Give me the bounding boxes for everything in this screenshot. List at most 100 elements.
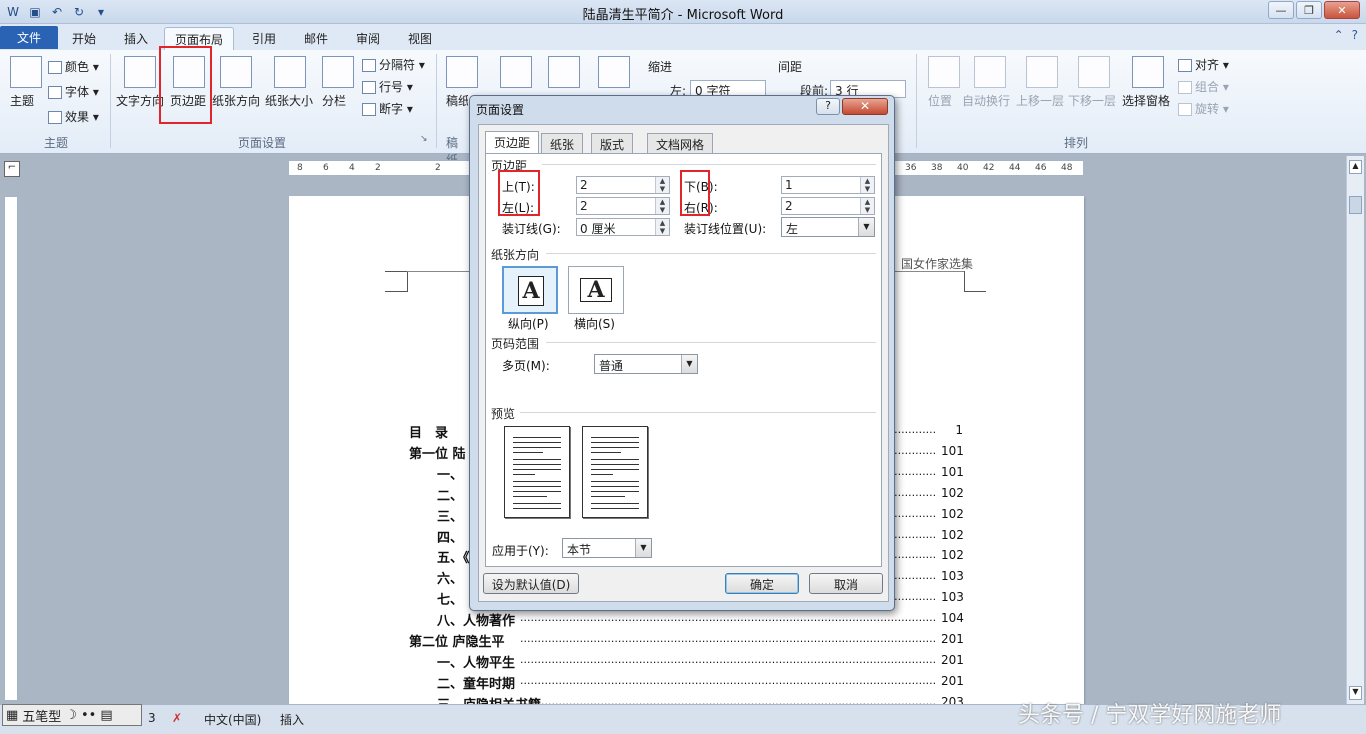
- top-margin-input[interactable]: 2 ▲ ▼: [576, 176, 670, 194]
- portrait-label[interactable]: 纵向(P): [508, 315, 549, 332]
- vertical-ruler[interactable]: [4, 196, 18, 701]
- status-language[interactable]: 中文(中国): [204, 711, 261, 728]
- toc-entry-title[interactable]: 五、《: [437, 547, 470, 566]
- tab-mailings[interactable]: 邮件: [294, 27, 338, 50]
- ime-toolbar[interactable]: ▦ 五笔型 ☽ •• ▤: [2, 704, 142, 726]
- status-page[interactable]: 3: [148, 711, 156, 725]
- wrap-text-icon[interactable]: [974, 56, 1006, 88]
- tab-paper[interactable]: 纸张: [541, 133, 584, 153]
- rotate-button[interactable]: 旋转 ▾: [1178, 100, 1229, 117]
- proofing-icon[interactable]: ✗: [172, 711, 182, 725]
- send-backward-button[interactable]: 下移一层: [1068, 92, 1116, 109]
- restore-icon[interactable]: ❐: [1296, 1, 1322, 19]
- set-default-button[interactable]: 设为默认值(D): [483, 573, 579, 594]
- watermark-icon[interactable]: [500, 56, 532, 88]
- manuscript-icon[interactable]: [446, 56, 478, 88]
- landscape-option[interactable]: A: [568, 266, 624, 314]
- text-direction-button[interactable]: 文字方向: [116, 92, 164, 109]
- right-margin-input[interactable]: 2 ▲ ▼: [781, 197, 875, 215]
- toc-entry-title[interactable]: 八、人物著作: [437, 610, 515, 629]
- chevron-down-icon[interactable]: ▼: [681, 355, 697, 373]
- scroll-thumb[interactable]: [1349, 196, 1362, 214]
- vertical-scrollbar[interactable]: ▲ ▼: [1346, 156, 1364, 704]
- page-color-icon[interactable]: [548, 56, 580, 88]
- toc-entry-title[interactable]: 二、: [437, 485, 463, 504]
- size-button[interactable]: 纸张大小: [265, 92, 313, 109]
- gutter-position-select[interactable]: 左 ▼: [781, 217, 875, 237]
- line-numbers-button[interactable]: 行号 ▾: [362, 78, 413, 95]
- status-mode[interactable]: 插入: [280, 711, 304, 728]
- apply-to-select[interactable]: 本节 ▼: [562, 538, 652, 558]
- group-button[interactable]: 组合 ▾: [1178, 78, 1229, 95]
- tab-margins[interactable]: 页边距: [485, 131, 540, 154]
- tab-home[interactable]: 开始: [62, 27, 106, 50]
- spin-arrows-icon[interactable]: ▲ ▼: [860, 198, 874, 214]
- tab-review[interactable]: 审阅: [346, 27, 390, 50]
- landscape-label[interactable]: 横向(S): [574, 315, 615, 332]
- position-icon[interactable]: [928, 56, 960, 88]
- ruler-toggle-icon[interactable]: ⌐: [4, 161, 20, 177]
- minimize-icon[interactable]: —: [1268, 1, 1294, 19]
- toc-entry-title[interactable]: 第二位 庐隐生平: [409, 631, 505, 650]
- cancel-button[interactable]: 取消: [809, 573, 883, 594]
- effects-button[interactable]: 效果 ▾: [48, 108, 99, 125]
- tab-view[interactable]: 视图: [398, 27, 442, 50]
- bottom-margin-input[interactable]: 1 ▲ ▼: [781, 176, 875, 194]
- left-margin-input[interactable]: 2 ▲ ▼: [576, 197, 670, 215]
- ime-punct-icon[interactable]: ••: [81, 708, 96, 723]
- bring-forward-button[interactable]: 上移一层: [1016, 92, 1064, 109]
- close-icon[interactable]: ✕: [1324, 1, 1360, 19]
- text-direction-icon[interactable]: [124, 56, 156, 88]
- tab-file[interactable]: 文件: [0, 26, 58, 49]
- wrap-text-button[interactable]: 自动换行: [962, 92, 1010, 109]
- toc-entry-title[interactable]: 六、: [437, 568, 463, 587]
- scroll-down-icon[interactable]: ▼: [1349, 686, 1362, 700]
- toc-entry-title[interactable]: 目 录: [409, 422, 448, 441]
- orientation-icon[interactable]: [220, 56, 252, 88]
- toc-entry-title[interactable]: 四、: [437, 527, 463, 546]
- chevron-down-icon[interactable]: ▼: [858, 218, 874, 236]
- collapse-ribbon-icon[interactable]: ⌃: [1334, 28, 1344, 42]
- colors-button[interactable]: 颜色 ▾: [48, 58, 99, 75]
- tab-layout[interactable]: 版式: [591, 133, 634, 153]
- size-icon[interactable]: [274, 56, 306, 88]
- tab-references[interactable]: 引用: [242, 27, 286, 50]
- ok-button[interactable]: 确定: [725, 573, 799, 594]
- dialog-help-icon[interactable]: ?: [816, 98, 840, 115]
- page-borders-icon[interactable]: [598, 56, 630, 88]
- send-backward-icon[interactable]: [1078, 56, 1110, 88]
- portrait-option[interactable]: A: [502, 266, 558, 314]
- spin-arrows-icon[interactable]: ▲ ▼: [655, 219, 669, 235]
- spin-arrows-icon[interactable]: ▲ ▼: [655, 177, 669, 193]
- toc-entry-title[interactable]: 一、: [437, 464, 463, 483]
- tab-insert[interactable]: 插入: [114, 27, 158, 50]
- page-setup-launcher-icon[interactable]: ↘: [420, 134, 428, 144]
- themes-button[interactable]: 主题: [10, 92, 34, 109]
- orientation-button[interactable]: 纸张方向: [212, 92, 260, 109]
- breaks-button[interactable]: 分隔符 ▾: [362, 56, 425, 73]
- bring-forward-icon[interactable]: [1026, 56, 1058, 88]
- hyphenation-button[interactable]: 断字 ▾: [362, 100, 413, 117]
- ime-moon-icon[interactable]: ☽: [65, 708, 77, 723]
- columns-icon[interactable]: [322, 56, 354, 88]
- tab-document-grid[interactable]: 文档网格: [647, 133, 714, 153]
- chevron-down-icon[interactable]: ▼: [635, 539, 651, 557]
- position-button[interactable]: 位置: [928, 92, 952, 109]
- toc-entry-title[interactable]: 三、: [437, 506, 463, 525]
- ime-keyboard-icon[interactable]: ▤: [100, 708, 112, 723]
- themes-icon[interactable]: [10, 56, 42, 88]
- help-icon[interactable]: ?: [1352, 28, 1358, 42]
- columns-button[interactable]: 分栏: [322, 92, 346, 109]
- align-button[interactable]: 对齐 ▾: [1178, 56, 1229, 73]
- scroll-up-icon[interactable]: ▲: [1349, 160, 1362, 174]
- dialog-close-icon[interactable]: ✕: [842, 98, 888, 115]
- fonts-button[interactable]: 字体 ▾: [48, 83, 99, 100]
- multiple-pages-select[interactable]: 普通 ▼: [594, 354, 698, 374]
- spin-arrows-icon[interactable]: ▲ ▼: [860, 177, 874, 193]
- gutter-input[interactable]: 0 厘米 ▲ ▼: [576, 218, 670, 236]
- manuscript-button[interactable]: 稿纸设置: [446, 92, 468, 109]
- toc-entry-title[interactable]: 一、人物平生: [437, 652, 515, 671]
- toc-entry-title[interactable]: 第一位 陆: [409, 443, 466, 462]
- toc-entry-title[interactable]: 二、童年时期: [437, 673, 515, 692]
- selection-pane-button[interactable]: 选择窗格: [1122, 92, 1170, 109]
